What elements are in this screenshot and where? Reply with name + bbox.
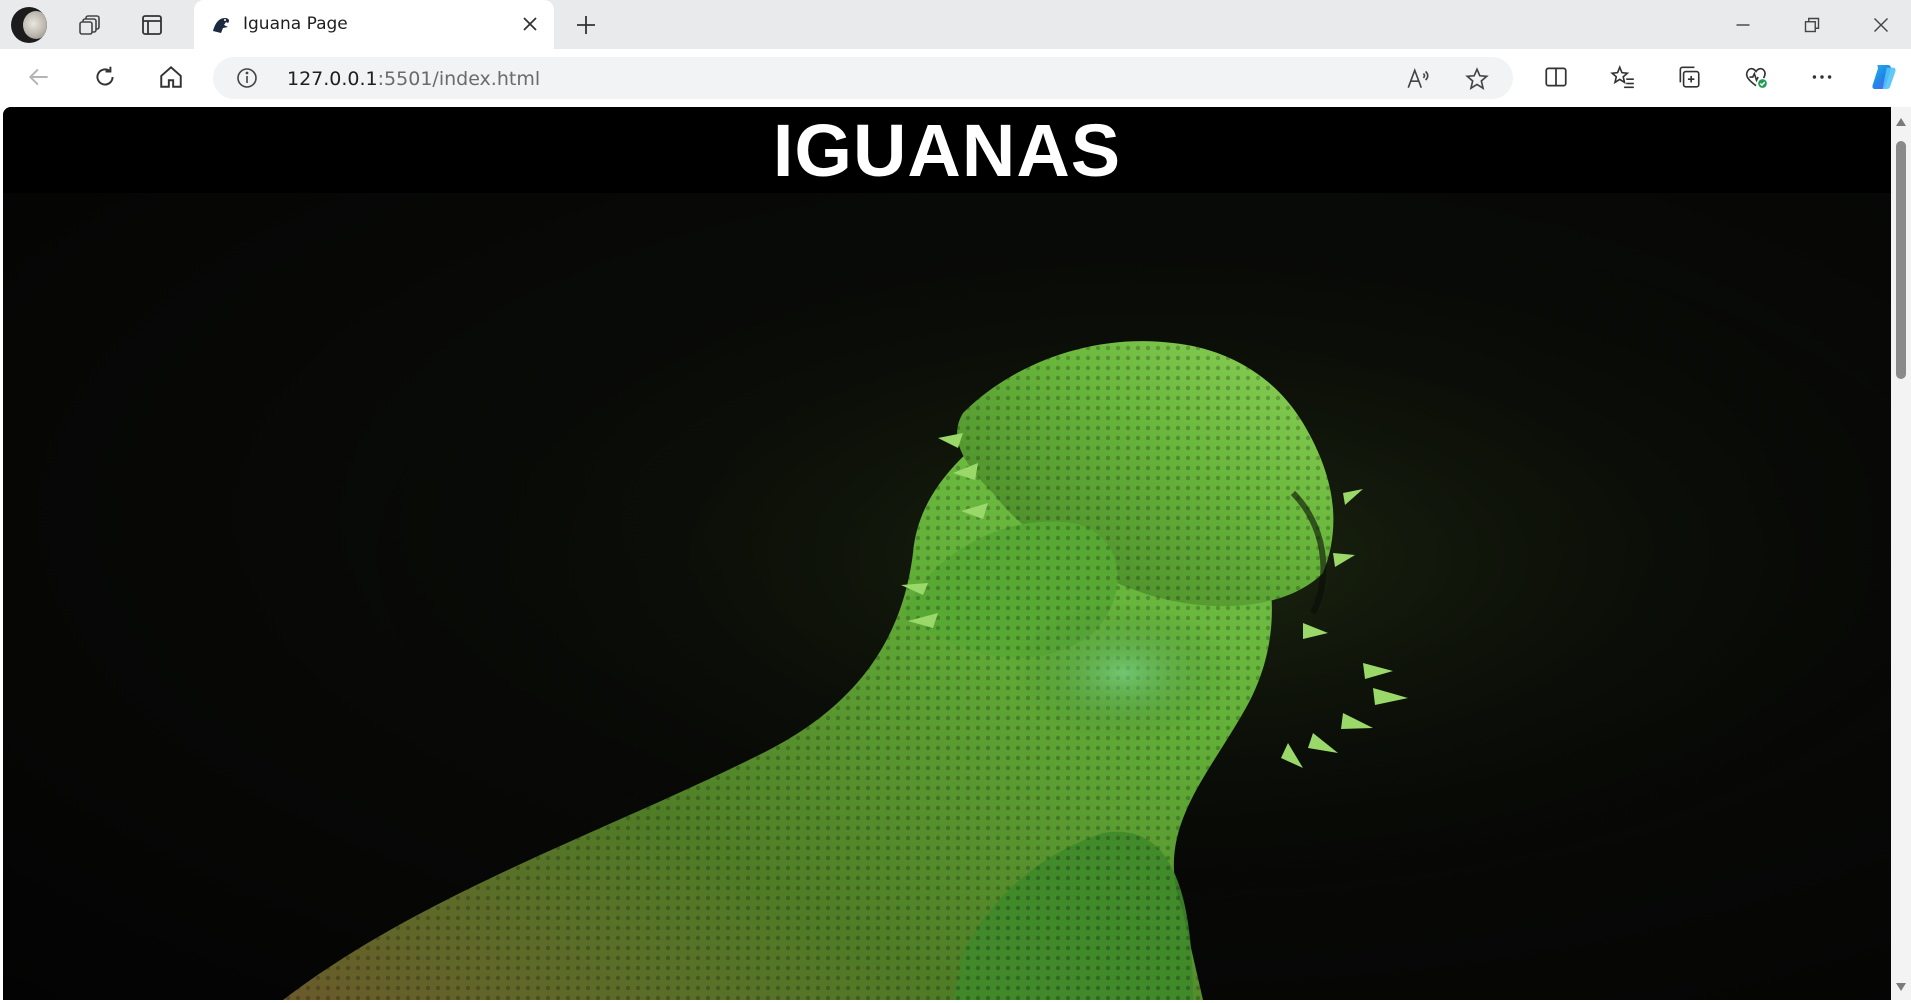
restore-icon[interactable] [1799,12,1825,38]
scrollbar-thumb[interactable] [1896,141,1906,379]
favorite-star-icon[interactable] [1464,66,1490,92]
page-title: IGUANAS [772,108,1122,192]
back-button[interactable] [23,61,55,93]
iguana-hero-image [3,193,1891,1000]
iguana-favicon-icon [213,18,229,33]
url-text[interactable]: 127.0.0.1:5501/index.html [287,68,540,90]
copilot-icon[interactable] [1868,61,1900,93]
browser-essentials-icon[interactable] [1740,61,1772,93]
url-port: :5501 [377,68,433,90]
new-tab-button[interactable] [570,9,602,41]
iguana-illustration [3,193,1891,1000]
close-tab-icon[interactable] [518,12,542,36]
scroll-up-arrow-icon[interactable] [1895,117,1907,127]
more-options-icon[interactable] [1806,61,1838,93]
scroll-down-arrow-icon[interactable] [1895,982,1907,992]
read-aloud-icon[interactable] [1405,66,1431,92]
site-header: IGUANAS [3,107,1891,193]
url-host: 127.0.0.1 [287,68,378,90]
vertical-tabs-icon[interactable] [136,9,168,41]
tab-strip: Iguana Page [0,0,1911,49]
profile-avatar[interactable] [11,7,47,43]
navigation-bar: 127.0.0.1:5501/index.html [0,49,1911,106]
refresh-button[interactable] [89,61,121,93]
site-info-icon[interactable] [235,66,259,90]
workspaces-icon[interactable] [74,9,106,41]
close-window-icon[interactable] [1868,12,1894,38]
favorites-icon[interactable] [1607,61,1639,93]
tab-title: Iguana Page [243,14,348,34]
tab-iguana-page[interactable]: Iguana Page [194,0,554,49]
address-bar[interactable]: 127.0.0.1:5501/index.html [213,57,1513,99]
page-viewport: IGUANAS [3,107,1891,1000]
home-button[interactable] [155,61,187,93]
split-screen-icon[interactable] [1540,61,1572,93]
minimize-icon[interactable] [1730,12,1756,38]
url-path: /index.html [432,68,541,90]
page-scrollbar[interactable] [1891,107,1911,1000]
collections-icon[interactable] [1673,61,1705,93]
